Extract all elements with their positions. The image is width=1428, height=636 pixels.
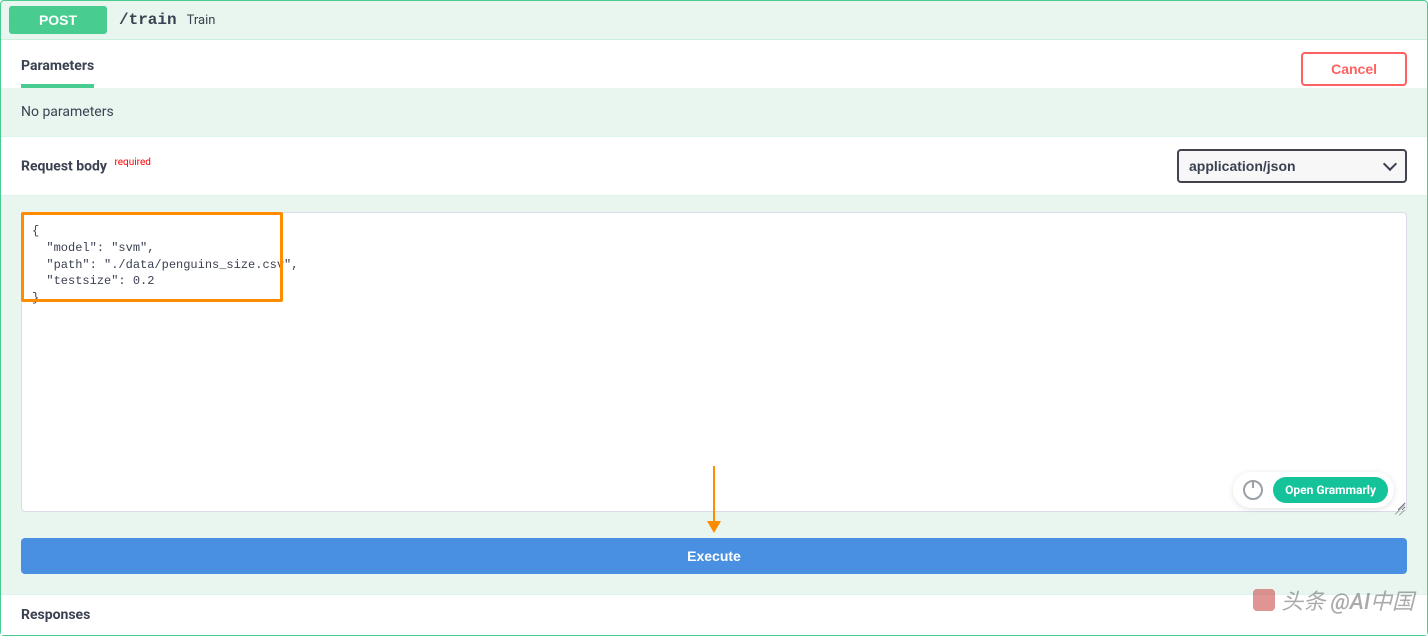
content-type-select[interactable]: application/json [1177, 149, 1407, 183]
request-body-label: Request body [21, 159, 107, 175]
cancel-button[interactable]: Cancel [1301, 52, 1407, 86]
open-grammarly-button[interactable]: Open Grammarly [1273, 477, 1388, 503]
responses-label: Responses [1, 594, 1427, 635]
required-tag: required [114, 157, 150, 168]
parameters-bar: Parameters Cancel [1, 39, 1427, 88]
execute-button[interactable]: Execute [21, 538, 1407, 574]
content-type-select-wrap: application/json [1177, 149, 1407, 183]
request-body-textarea[interactable]: { "model": "svm", "path": "./data/pengui… [21, 212, 1407, 512]
power-icon[interactable] [1243, 480, 1263, 500]
http-method-badge: POST [9, 6, 107, 34]
endpoint-summary: Train [187, 13, 216, 28]
endpoint-header[interactable]: POST /train Train [1, 1, 1427, 39]
tab-row: Parameters [21, 50, 118, 88]
grammarly-widget: Open Grammarly [1233, 472, 1394, 508]
request-body-label-wrap: Request body required [21, 157, 151, 175]
endpoint-block: POST /train Train Parameters Cancel No p… [0, 0, 1428, 636]
no-parameters-message: No parameters [1, 88, 1427, 136]
execute-row: Execute [1, 528, 1427, 594]
tab-parameters[interactable]: Parameters [21, 50, 94, 88]
request-body-bar: Request body required application/json [1, 136, 1427, 196]
endpoint-path: /train [119, 11, 177, 29]
request-body-area: { "model": "svm", "path": "./data/pengui… [1, 196, 1427, 528]
